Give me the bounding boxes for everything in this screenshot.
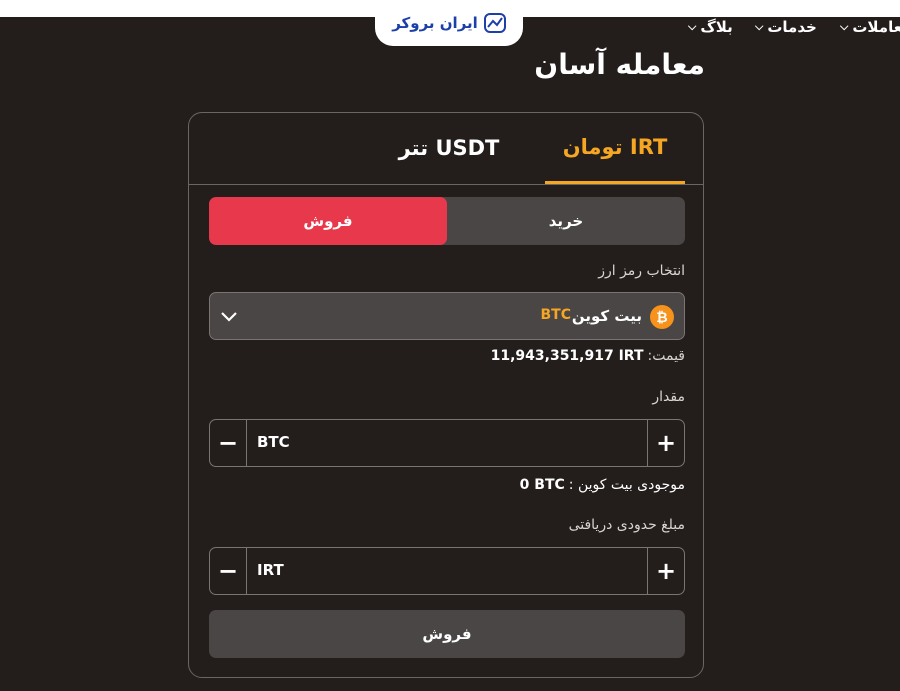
currency-tabs: تومان IRT تتر USDT	[189, 113, 703, 185]
receive-field[interactable]: − IRT +	[209, 547, 685, 595]
chevron-down-icon: ⌵	[688, 20, 697, 33]
amount-label: مقدار	[652, 389, 685, 405]
buy-toggle-button[interactable]: خرید	[447, 197, 685, 245]
buy-sell-toggle: فروش خرید	[209, 197, 685, 245]
sell-submit-button[interactable]: فروش	[209, 610, 685, 658]
tab-usdt[interactable]: تتر USDT	[389, 113, 509, 183]
balance-row: موجودی بیت کوین : 0 BTC	[520, 477, 685, 493]
tab-irt[interactable]: تومان IRT	[545, 113, 685, 184]
coin-symbol: BTC	[540, 307, 572, 323]
receive-label: مبلغ حدودی دریافتی	[568, 517, 685, 533]
nav-item-label: معاملات	[852, 18, 900, 36]
chevron-down-icon	[221, 312, 237, 322]
price-label: قیمت:	[647, 348, 685, 364]
receive-decrement-button[interactable]: −	[210, 548, 247, 594]
coin-select[interactable]: BTC بیت کوین ₿	[209, 292, 685, 340]
amount-unit: BTC	[257, 433, 290, 451]
amount-field[interactable]: − BTC +	[209, 419, 685, 467]
amount-increment-button[interactable]: +	[647, 420, 684, 466]
amount-decrement-button[interactable]: −	[210, 420, 247, 466]
balance-value: 0 BTC	[519, 477, 565, 493]
chevron-down-icon: ⌵	[840, 20, 849, 33]
page-title: معامله آسان	[534, 48, 705, 81]
sell-toggle-button[interactable]: فروش	[209, 197, 447, 245]
nav-item-label: خدمات	[767, 18, 817, 36]
price-value: 11,943,351,917 IRT	[490, 348, 644, 364]
chevron-down-icon: ⌵	[755, 20, 764, 33]
balance-label: موجودی بیت کوین :	[568, 477, 685, 493]
nav-item-services[interactable]: ⌵ خدمات	[755, 18, 817, 36]
select-coin-label: انتخاب رمز ارز	[598, 263, 685, 279]
main-nav: ⌵ بلاگ ⌵ خدمات ⌵ معاملات	[0, 17, 900, 39]
coin-name: بیت کوین	[571, 307, 642, 325]
bitcoin-icon: ₿	[650, 305, 674, 329]
nav-item-trades[interactable]: ⌵ معاملات	[840, 18, 900, 36]
price-row: قیمت: 11,943,351,917 IRT	[491, 348, 685, 364]
receive-unit: IRT	[257, 561, 284, 579]
receive-increment-button[interactable]: +	[647, 548, 684, 594]
nav-item-blog[interactable]: ⌵ بلاگ	[688, 18, 733, 36]
nav-item-label: بلاگ	[700, 18, 733, 36]
trade-card: تومان IRT تتر USDT فروش خرید انتخاب رمز …	[188, 112, 704, 678]
